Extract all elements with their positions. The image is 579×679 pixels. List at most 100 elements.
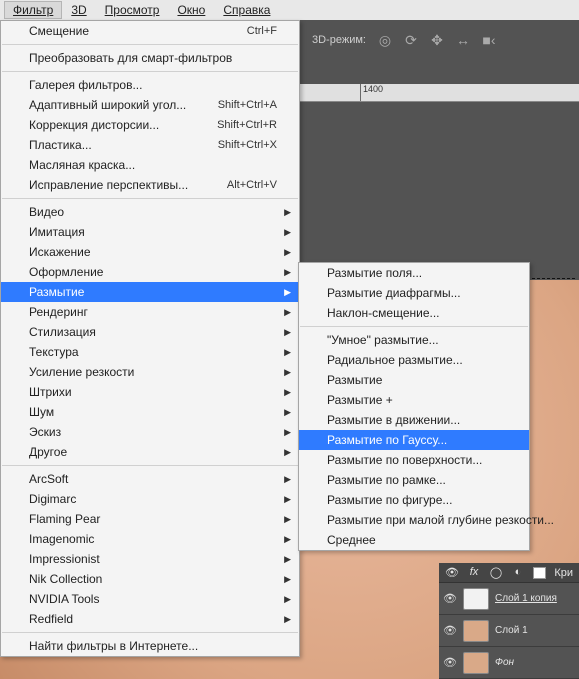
menu-item[interactable]: Imagenomic▶ [1, 529, 299, 549]
menu-item[interactable]: Стилизация▶ [1, 322, 299, 342]
submenu-item[interactable]: Размытие по фигуре... [299, 490, 529, 510]
submenu-arrow-icon: ▶ [284, 207, 291, 218]
menu-item[interactable]: Рендеринг▶ [1, 302, 299, 322]
menu-item[interactable]: ArcSoft▶ [1, 469, 299, 489]
menu-window[interactable]: Окно [168, 1, 214, 19]
submenu-item[interactable]: "Умное" размытие... [299, 330, 529, 350]
layer-thumbnail[interactable] [463, 620, 489, 642]
submenu-arrow-icon: ▶ [284, 614, 291, 625]
submenu-arrow-icon: ▶ [284, 367, 291, 378]
menu-item-label: Искажение [29, 245, 91, 259]
menu-item[interactable]: NVIDIA Tools▶ [1, 589, 299, 609]
menu-item-label: Рендеринг [29, 305, 88, 319]
menu-item-label: Усиление резкости [29, 365, 134, 379]
menu-3d[interactable]: 3D [62, 1, 95, 19]
submenu-item[interactable]: Размытие в движении... [299, 410, 529, 430]
visibility-toggle-icon[interactable]: 👁 [443, 656, 457, 669]
menu-view[interactable]: Просмотр [96, 1, 169, 19]
submenu-item[interactable]: Размытие по поверхности... [299, 450, 529, 470]
submenu-item[interactable]: Размытие по Гауссу... [299, 430, 529, 450]
menu-item[interactable]: Имитация ▶ [1, 222, 299, 242]
slide-icon[interactable]: ↔ [454, 31, 472, 49]
menu-item-label: Найти фильтры в Интернете... [29, 639, 198, 653]
submenu-arrow-icon: ▶ [284, 574, 291, 585]
submenu-item[interactable]: Размытие при малой глубине резкости... [299, 510, 529, 530]
layer-row[interactable]: 👁 Слой 1 копия [439, 583, 579, 615]
menu-item-label: Redfield [29, 612, 73, 626]
submenu-arrow-icon: ▶ [284, 227, 291, 238]
layer-name-label[interactable]: Слой 1 копия [495, 593, 557, 604]
menu-item[interactable]: Галерея фильтров... [1, 75, 299, 95]
menu-item[interactable]: Коррекция дисторсии... Shift+Ctrl+R [1, 115, 299, 135]
menu-item[interactable]: Найти фильтры в Интернете... [1, 636, 299, 656]
layer-name-label[interactable]: Фон [495, 657, 514, 668]
menu-item-label: NVIDIA Tools [29, 592, 99, 606]
submenu-item-label: Размытие по поверхности... [327, 453, 482, 467]
layers-panel: 👁 fx ◯ ◐ Кри 👁Слой 1 копия👁Слой 1👁Фон [439, 563, 579, 679]
submenu-item-label: Размытие по рамке... [327, 473, 446, 487]
menu-item[interactable]: Шум▶ [1, 402, 299, 422]
menu-item[interactable]: СмещениеCtrl+F [1, 21, 299, 41]
menu-item-shortcut: Alt+Ctrl+V [227, 179, 277, 191]
layer-row[interactable]: 👁 Фон [439, 647, 579, 679]
menu-item[interactable]: Digimarc▶ [1, 489, 299, 509]
adjust-icon[interactable]: ◐ [511, 566, 525, 580]
layer-row[interactable]: 👁 Слой 1 [439, 615, 579, 647]
menu-item-label: Коррекция дисторсии... [29, 118, 159, 132]
menu-item[interactable]: Пластика...Shift+Ctrl+X [1, 135, 299, 155]
orbit-icon[interactable]: ◎ [376, 31, 394, 49]
menu-item[interactable]: Текстура▶ [1, 342, 299, 362]
menu-item[interactable]: Преобразовать для смарт-фильтров [1, 48, 299, 68]
menu-item[interactable]: Оформление▶ [1, 262, 299, 282]
camera-icon[interactable]: ■‹ [480, 31, 498, 49]
submenu-item[interactable]: Размытие поля... [299, 263, 529, 283]
menu-item[interactable]: Redfield ▶ [1, 609, 299, 629]
menu-item-shortcut: Shift+Ctrl+R [217, 119, 277, 131]
submenu-item[interactable]: Размытие по рамке... [299, 470, 529, 490]
menu-item[interactable]: Эскиз ▶ [1, 422, 299, 442]
menu-item[interactable]: Штрихи▶ [1, 382, 299, 402]
menu-item[interactable]: Искажение▶ [1, 242, 299, 262]
menu-item-label: Impressionist [29, 552, 100, 566]
pan-icon[interactable]: ✥ [428, 31, 446, 49]
visibility-toggle-icon[interactable]: 👁 [443, 592, 457, 605]
roll-icon[interactable]: ⟳ [402, 31, 420, 49]
menu-item-label: ArcSoft [29, 472, 68, 486]
layer-name-label[interactable]: Слой 1 [495, 625, 528, 636]
submenu-arrow-icon: ▶ [284, 554, 291, 565]
menu-separator [2, 44, 298, 45]
submenu-item[interactable]: Размытие [299, 370, 529, 390]
menu-item[interactable]: Усиление резкости ▶ [1, 362, 299, 382]
layer-thumbnail[interactable] [463, 588, 489, 610]
submenu-item[interactable]: Размытие + [299, 390, 529, 410]
submenu-arrow-icon: ▶ [284, 407, 291, 418]
submenu-arrow-icon: ▶ [284, 427, 291, 438]
menu-item[interactable]: Другое▶ [1, 442, 299, 462]
swatch[interactable] [533, 567, 546, 579]
menu-separator [2, 632, 298, 633]
submenu-item[interactable]: Среднее [299, 530, 529, 550]
menu-item-label: Имитация [29, 225, 85, 239]
submenu-item[interactable]: Размытие диафрагмы... [299, 283, 529, 303]
menu-item[interactable]: Масляная краска... [1, 155, 299, 175]
visibility-toggle-icon[interactable]: 👁 [443, 624, 457, 637]
menu-item[interactable]: Nik Collection▶ [1, 569, 299, 589]
layer-thumbnail[interactable] [463, 652, 489, 674]
submenu-item[interactable]: Наклон-смещение... [299, 303, 529, 323]
menu-item-label: Исправление перспективы... [29, 178, 188, 192]
submenu-item[interactable]: Радиальное размытие... [299, 350, 529, 370]
menu-item[interactable]: Impressionist ▶ [1, 549, 299, 569]
menu-help[interactable]: Справка [214, 1, 279, 19]
fx-icon[interactable]: fx [467, 566, 481, 580]
menu-item[interactable]: Размытие▶ [1, 282, 299, 302]
menu-item-label: Flaming Pear [29, 512, 100, 526]
menu-item[interactable]: Видео▶ [1, 202, 299, 222]
menu-item-label: Эскиз [29, 425, 61, 439]
menu-item-label: Стилизация [29, 325, 96, 339]
mask-icon[interactable]: ◯ [489, 566, 503, 580]
submenu-arrow-icon: ▶ [284, 534, 291, 545]
menu-item[interactable]: Flaming Pear▶ [1, 509, 299, 529]
menu-item[interactable]: Исправление перспективы... Alt+Ctrl+V [1, 175, 299, 195]
menu-filter[interactable]: Фильтр [4, 1, 62, 19]
menu-item[interactable]: Адаптивный широкий угол...Shift+Ctrl+A [1, 95, 299, 115]
